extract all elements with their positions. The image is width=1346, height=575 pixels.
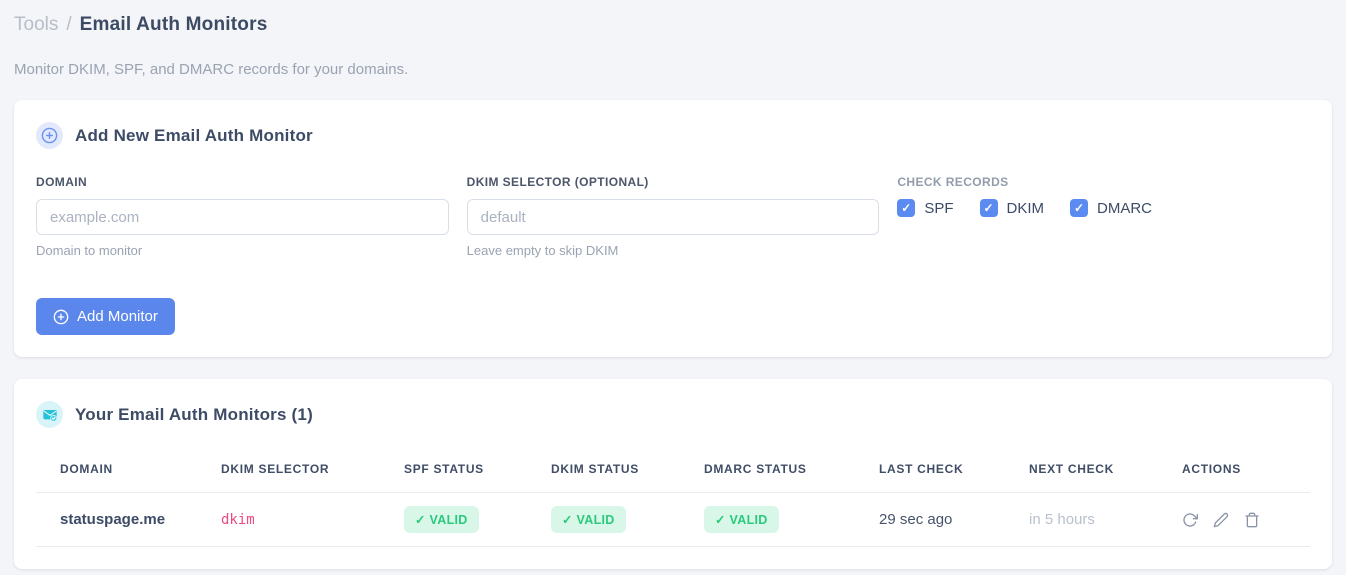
domain-input[interactable]: [36, 199, 449, 235]
checkbox-dmarc-label: DMARC: [1097, 199, 1153, 217]
check-records-label: CHECK RECORDS: [897, 175, 1009, 189]
monitors-card-header: Your Email Auth Monitors (1): [36, 401, 1310, 428]
dkim-status-badge: ✓ VALID: [551, 506, 626, 533]
breadcrumb-tools-link[interactable]: Tools: [14, 14, 58, 36]
add-monitor-card-header: Add New Email Auth Monitor: [36, 122, 1310, 149]
checkbox-checked-icon[interactable]: ✓: [897, 199, 916, 217]
header-dmarc-status: DMARC STATUS: [704, 462, 807, 476]
monitors-card: Your Email Auth Monitors (1) DOMAIN DKIM…: [14, 379, 1332, 569]
page: Tools / Email Auth Monitors Monitor DKIM…: [0, 0, 1346, 569]
header-spf-status: SPF STATUS: [404, 462, 484, 476]
monitor-dkim-selector: dkim: [221, 512, 255, 528]
header-dkim-status: DKIM STATUS: [551, 462, 639, 476]
header-dkim-selector: DKIM SELECTOR: [221, 462, 330, 476]
check-records-group: CHECK RECORDS ✓ SPF ✓ DKIM ✓ DMARC: [897, 175, 1310, 258]
checkbox-checked-icon[interactable]: ✓: [979, 199, 998, 217]
monitor-last-check: 29 sec ago: [869, 492, 1019, 547]
monitors-table: DOMAIN DKIM SELECTOR SPF STATUS DKIM STA…: [36, 448, 1310, 547]
spf-status-badge: ✓ VALID: [404, 506, 479, 533]
monitors-card-title: Your Email Auth Monitors (1): [75, 404, 313, 424]
breadcrumb-separator: /: [66, 14, 72, 35]
checkbox-dmarc[interactable]: ✓ DMARC: [1070, 199, 1152, 217]
page-subtitle: Monitor DKIM, SPF, and DMARC records for…: [14, 61, 409, 78]
delete-icon[interactable]: [1244, 512, 1260, 528]
checkbox-dkim[interactable]: ✓ DKIM: [979, 199, 1045, 217]
dkim-selector-field-hint: Leave empty to skip DKIM: [466, 243, 619, 258]
checkbox-dkim-label: DKIM: [1006, 199, 1045, 217]
dkim-selector-field-group: DKIM SELECTOR (OPTIONAL) Leave empty to …: [466, 175, 880, 258]
table-header-row: DOMAIN DKIM SELECTOR SPF STATUS DKIM STA…: [36, 448, 1310, 493]
refresh-icon[interactable]: [1182, 512, 1198, 528]
header-next-check: NEXT CHECK: [1029, 462, 1115, 476]
header-actions: ACTIONS: [1182, 462, 1241, 476]
add-monitor-button-label: Add Monitor: [77, 308, 158, 325]
monitor-domain: statuspage.me: [36, 492, 211, 547]
page-title: Email Auth Monitors: [79, 14, 268, 35]
page-header: Tools / Email Auth Monitors Monitor DKIM…: [14, 10, 1332, 78]
checkbox-spf-label: SPF: [924, 199, 954, 217]
header-last-check: LAST CHECK: [879, 462, 964, 476]
add-monitor-title: Add New Email Auth Monitor: [75, 125, 313, 145]
dmarc-status-badge: ✓ VALID: [704, 506, 779, 533]
dkim-selector-field-label: DKIM SELECTOR (OPTIONAL): [466, 175, 649, 189]
breadcrumb: Tools / Email Auth Monitors: [14, 14, 1332, 36]
email-check-icon: [36, 401, 63, 428]
checkbox-checked-icon[interactable]: ✓: [1070, 199, 1089, 217]
add-monitor-form: DOMAIN Domain to monitor DKIM SELECTOR (…: [36, 175, 1310, 258]
check-records-row: ✓ SPF ✓ DKIM ✓ DMARC: [897, 199, 1310, 217]
domain-field-hint: Domain to monitor: [36, 243, 143, 258]
checkbox-spf[interactable]: ✓ SPF: [897, 199, 954, 217]
domain-field-group: DOMAIN Domain to monitor: [36, 175, 449, 258]
plus-circle-icon: [53, 309, 69, 325]
table-row: statuspage.me dkim ✓ VALID ✓ VALID ✓ VAL…: [36, 492, 1310, 547]
add-monitor-button[interactable]: Add Monitor: [36, 298, 175, 335]
dkim-selector-input[interactable]: [466, 199, 880, 235]
plus-circle-icon: [36, 122, 63, 149]
header-domain: DOMAIN: [60, 462, 113, 476]
monitor-next-check: in 5 hours: [1019, 492, 1172, 547]
domain-field-label: DOMAIN: [36, 175, 88, 189]
add-monitor-card: Add New Email Auth Monitor DOMAIN Domain…: [14, 100, 1332, 357]
edit-icon[interactable]: [1213, 512, 1229, 528]
row-actions: [1182, 512, 1300, 528]
